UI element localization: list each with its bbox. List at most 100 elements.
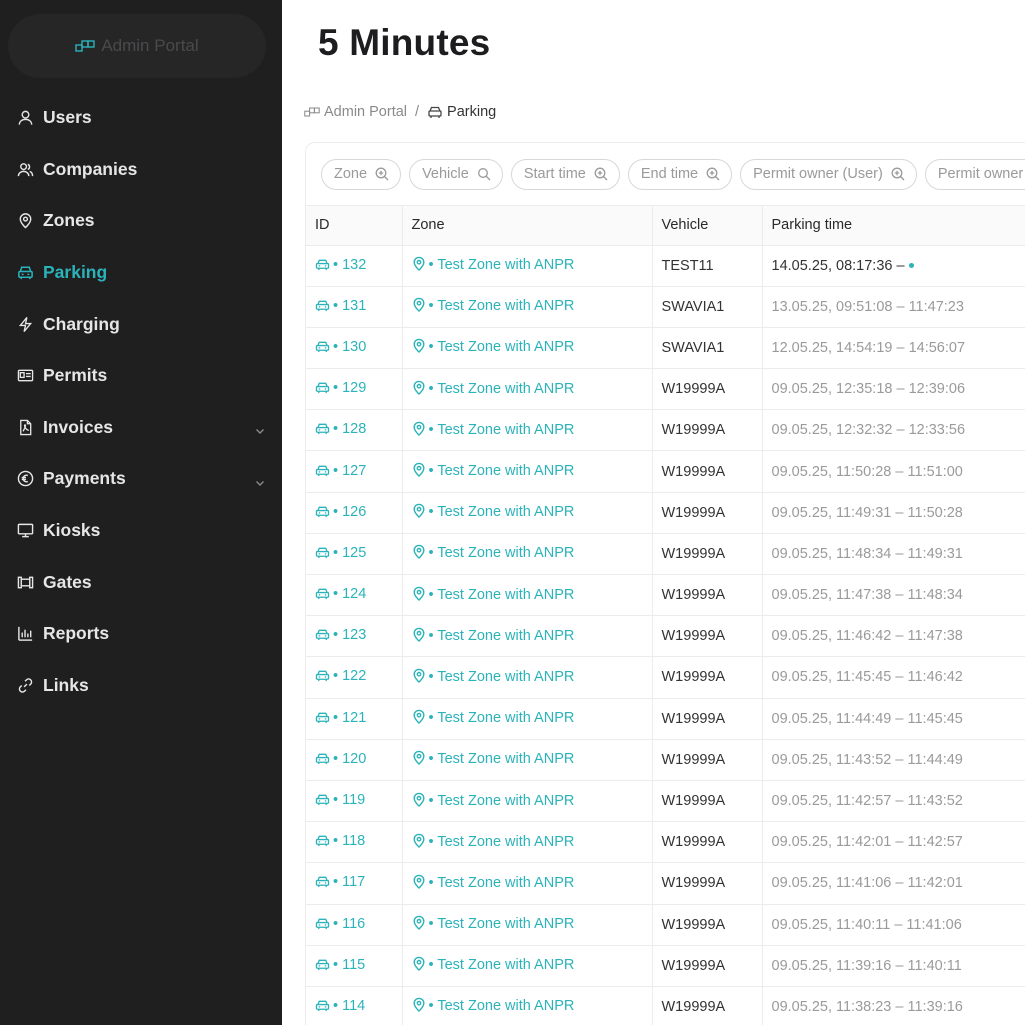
parking-id-link[interactable]: • 125	[333, 545, 366, 561]
cell-zone[interactable]: • Test Zone with ANPR	[402, 574, 653, 617]
zone-link[interactable]: • Test Zone with ANPR	[429, 916, 575, 932]
parking-id-link[interactable]: • 123	[333, 627, 366, 643]
column-header-parking-time[interactable]: Parking time	[762, 206, 1025, 246]
cell-zone[interactable]: • Test Zone with ANPR	[402, 862, 653, 905]
cell-zone[interactable]: • Test Zone with ANPR	[402, 245, 653, 287]
parking-id-link[interactable]: • 122	[333, 668, 366, 684]
table-row[interactable]: • 128 • Test Zone with ANPR W19999A 09.05.2…	[306, 409, 1025, 452]
filter-start-time[interactable]: Start time	[510, 158, 620, 190]
zone-link[interactable]: • Test Zone with ANPR	[429, 957, 575, 973]
cell-id[interactable]: • 118	[306, 821, 403, 864]
cell-zone[interactable]: • Test Zone with ANPR	[402, 286, 653, 328]
zone-link[interactable]: • Test Zone with ANPR	[429, 998, 575, 1014]
cell-id[interactable]: • 115	[306, 945, 403, 987]
parking-id-link[interactable]: • 127	[333, 463, 366, 479]
parking-id-link[interactable]: • 132	[333, 257, 366, 273]
column-header-id[interactable]: ID	[306, 206, 403, 246]
cell-zone[interactable]: • Test Zone with ANPR	[402, 904, 653, 946]
zone-link[interactable]: • Test Zone with ANPR	[429, 339, 575, 355]
column-header-zone[interactable]: Zone	[402, 206, 653, 246]
parking-id-link[interactable]: • 114	[333, 998, 365, 1014]
zone-link[interactable]: • Test Zone with ANPR	[429, 793, 575, 809]
parking-id-link[interactable]: • 131	[333, 298, 366, 314]
zone-link[interactable]: • Test Zone with ANPR	[429, 875, 575, 891]
table-row[interactable]: • 115 • Test Zone with ANPR W19999A 09.05.2…	[306, 945, 1025, 987]
table-row[interactable]: • 125 • Test Zone with ANPR W19999A 09.05.2…	[306, 533, 1025, 576]
sidebar-item-links[interactable]: Links	[0, 660, 282, 712]
zone-link[interactable]: • Test Zone with ANPR	[429, 298, 575, 314]
cell-id[interactable]: • 130	[306, 327, 403, 370]
zone-link[interactable]: • Test Zone with ANPR	[429, 587, 575, 603]
table-row[interactable]: • 130 • Test Zone with ANPR SWAVIA1 12.05.2…	[306, 327, 1025, 370]
parking-id-link[interactable]: • 121	[333, 710, 366, 726]
table-row[interactable]: • 123 • Test Zone with ANPR W19999A 09.05.2…	[306, 615, 1025, 658]
zone-link[interactable]: • Test Zone with ANPR	[429, 381, 575, 397]
chevron-down-icon[interactable]	[254, 473, 266, 486]
cell-id[interactable]: • 132	[306, 245, 403, 287]
parking-id-link[interactable]: • 119	[333, 792, 365, 808]
cell-zone[interactable]: • Test Zone with ANPR	[402, 368, 653, 411]
cell-zone[interactable]: • Test Zone with ANPR	[402, 698, 653, 740]
parking-id-link[interactable]: • 120	[333, 751, 366, 767]
sidebar-item-permits[interactable]: Permits	[0, 350, 282, 402]
parking-id-link[interactable]: • 118	[333, 833, 365, 849]
cell-id[interactable]: • 131	[306, 286, 403, 328]
parking-id-link[interactable]: • 128	[333, 421, 366, 437]
filter-vehicle[interactable]: Vehicle	[409, 158, 503, 190]
cell-id[interactable]: • 116	[306, 904, 403, 946]
cell-zone[interactable]: • Test Zone with ANPR	[402, 739, 653, 781]
table-row[interactable]: • 129 • Test Zone with ANPR W19999A 09.05.2…	[306, 368, 1025, 411]
cell-id[interactable]: • 117	[306, 862, 403, 905]
cell-id[interactable]: • 124	[306, 574, 403, 617]
table-row[interactable]: • 117 • Test Zone with ANPR W19999A 09.05.2…	[306, 862, 1025, 905]
parking-id-link[interactable]: • 130	[333, 339, 366, 355]
logo[interactable]: Admin Portal	[8, 14, 266, 78]
filter-zone[interactable]: Zone	[321, 158, 402, 190]
parking-id-link[interactable]: • 126	[333, 504, 366, 520]
table-row[interactable]: • 116 • Test Zone with ANPR W19999A 09.05.2…	[306, 904, 1025, 946]
table-row[interactable]: • 119 • Test Zone with ANPR W19999A 09.05.2…	[306, 780, 1025, 823]
table-row[interactable]: • 121 • Test Zone with ANPR W19999A 09.05.2…	[306, 698, 1025, 740]
sidebar-item-kiosks[interactable]: Kiosks	[0, 505, 282, 557]
sidebar-item-users[interactable]: Users	[0, 92, 282, 144]
filter-end-time[interactable]: End time	[627, 158, 733, 190]
cell-id[interactable]: • 114	[306, 986, 403, 1025]
table-row[interactable]: • 131 • Test Zone with ANPR SWAVIA1 13.05.2…	[306, 286, 1025, 328]
cell-zone[interactable]: • Test Zone with ANPR	[402, 450, 653, 493]
zone-link[interactable]: • Test Zone with ANPR	[429, 628, 575, 644]
parking-id-link[interactable]: • 124	[333, 586, 366, 602]
table-row[interactable]: • 118 • Test Zone with ANPR W19999A 09.05.2…	[306, 821, 1025, 864]
table-row[interactable]: • 124 • Test Zone with ANPR W19999A 09.05.2…	[306, 574, 1025, 617]
table-row[interactable]: • 132 • Test Zone with ANPR TEST11 14.05.25…	[306, 245, 1025, 287]
zoom-in-icon[interactable]	[706, 167, 720, 181]
sidebar-item-invoices[interactable]: Invoices	[0, 402, 282, 454]
zone-link[interactable]: • Test Zone with ANPR	[429, 463, 575, 479]
cell-id[interactable]: • 125	[306, 533, 403, 576]
sidebar-item-charging[interactable]: Charging	[0, 298, 282, 350]
sidebar-item-zones[interactable]: Zones	[0, 195, 282, 247]
cell-id[interactable]: • 123	[306, 615, 403, 658]
sidebar-item-parking[interactable]: Parking	[0, 247, 282, 299]
cell-zone[interactable]: • Test Zone with ANPR	[402, 656, 653, 699]
parking-id-link[interactable]: • 129	[333, 380, 366, 396]
zoom-in-icon[interactable]	[375, 167, 389, 181]
table-row[interactable]: • 122 • Test Zone with ANPR W19999A 09.05.2…	[306, 656, 1025, 699]
zone-link[interactable]: • Test Zone with ANPR	[429, 834, 575, 850]
parking-id-link[interactable]: • 115	[333, 957, 365, 973]
table-row[interactable]: • 114 • Test Zone with ANPR W19999A 09.05.2…	[306, 986, 1025, 1025]
sidebar-item-payments[interactable]: Payments	[0, 453, 282, 505]
breadcrumb-root[interactable]: Admin Portal	[324, 104, 407, 120]
column-header-vehicle[interactable]: Vehicle	[652, 206, 763, 246]
cell-id[interactable]: • 122	[306, 656, 403, 699]
chevron-down-icon[interactable]	[254, 421, 266, 435]
cell-zone[interactable]: • Test Zone with ANPR	[402, 821, 653, 864]
zone-link[interactable]: • Test Zone with ANPR	[429, 669, 575, 685]
zone-link[interactable]: • Test Zone with ANPR	[429, 422, 575, 438]
cell-zone[interactable]: • Test Zone with ANPR	[402, 492, 653, 534]
zoom-in-icon[interactable]	[594, 167, 608, 181]
cell-id[interactable]: • 120	[306, 739, 403, 781]
zone-link[interactable]: • Test Zone with ANPR	[429, 751, 575, 767]
filter-permit-owner-user[interactable]: Permit owner (User)	[740, 158, 917, 190]
parking-id-link[interactable]: • 117	[333, 874, 365, 890]
cell-zone[interactable]: • Test Zone with ANPR	[402, 986, 653, 1025]
